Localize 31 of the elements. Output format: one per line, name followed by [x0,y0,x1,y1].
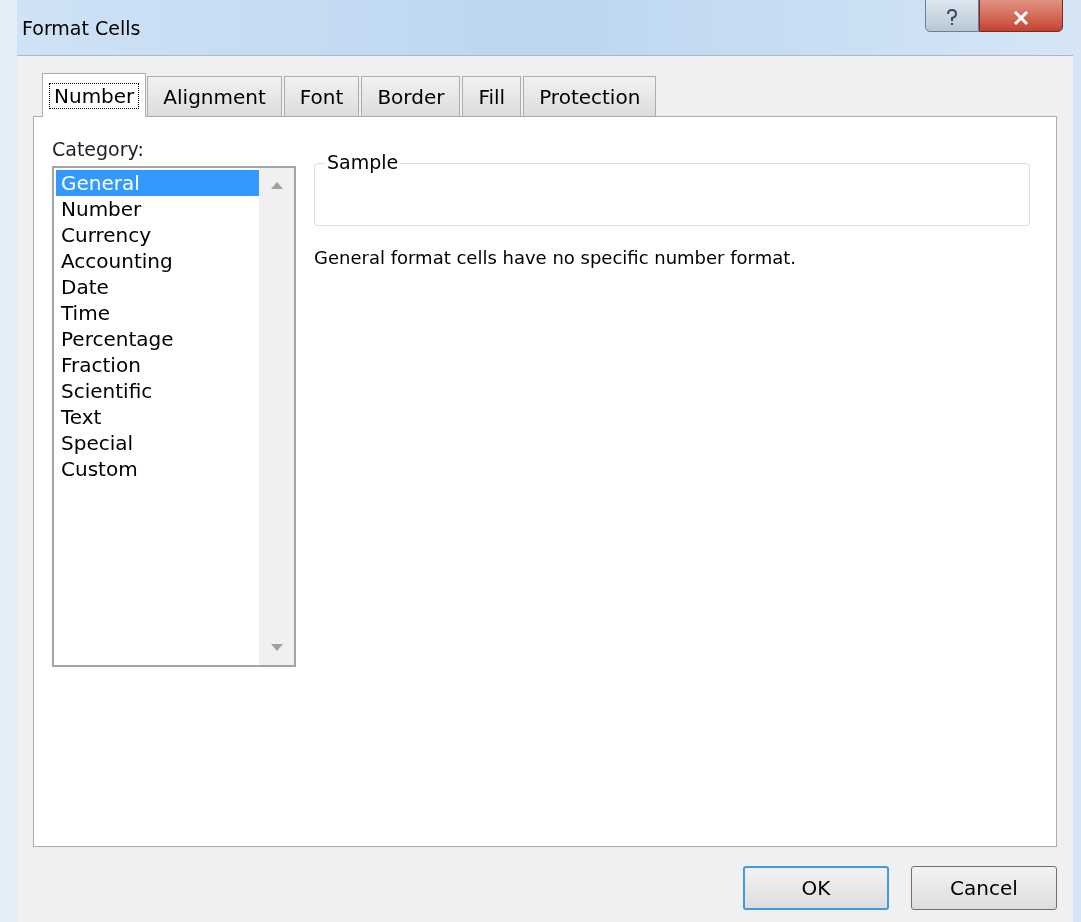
list-item[interactable]: Number [56,195,259,222]
help-button[interactable] [925,0,979,32]
tab[interactable]: Protection [523,76,657,116]
list-item[interactable]: Text [56,403,259,430]
description-text: General format cells have no specific number format. [314,246,798,270]
list-item[interactable]: Currency [56,221,259,248]
tab[interactable]: Number [42,73,147,117]
dialog-button[interactable]: OK [743,866,889,910]
list-item[interactable]: Special [56,429,259,456]
close-icon [1013,11,1029,25]
list-item[interactable]: Percentage [56,325,259,352]
scrollbar[interactable] [259,167,294,665]
list-item[interactable]: Date [56,273,259,300]
close-button[interactable] [979,0,1063,32]
list-item[interactable]: Time [56,299,259,326]
help-icon [946,9,958,27]
tab[interactable]: Border [361,76,461,116]
tab[interactable]: Fill [462,76,522,116]
dialog-button[interactable]: Cancel [911,866,1057,910]
category-label: Category: [52,137,145,162]
scroll-down-icon [270,643,283,651]
tab[interactable]: Font [283,76,360,116]
list-item[interactable]: Fraction [56,351,259,378]
category-list[interactable]: General Number Currency Accounting Date Time Percentage Fraction Scientific Text Special Custom [52,165,296,667]
list-item[interactable]: Custom [56,455,259,482]
window-title: Format Cells [22,16,141,41]
tab[interactable]: Alignment [147,76,282,116]
sample-label: Sample [325,151,401,173]
scroll-up-icon [270,181,283,189]
list-item[interactable]: Accounting [56,247,259,274]
list-item[interactable]: Scientific [56,377,259,404]
